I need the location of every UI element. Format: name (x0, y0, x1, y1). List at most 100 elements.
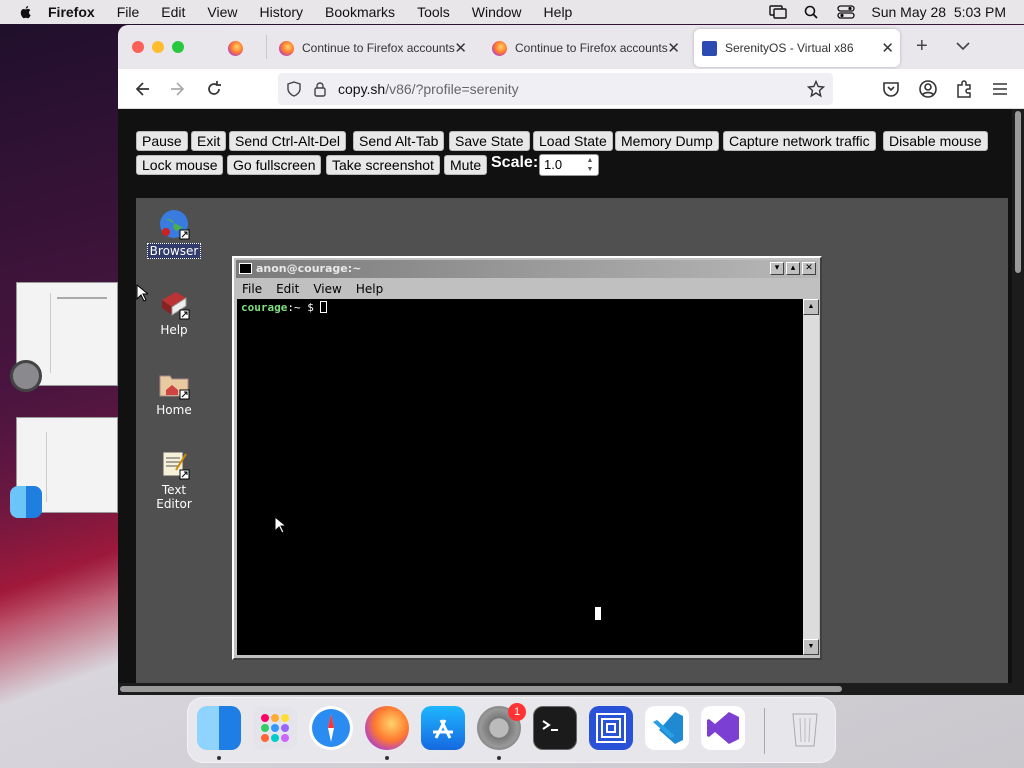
terminal-scrollbar[interactable]: ▲ ▼ (803, 299, 819, 655)
firefox-icon[interactable] (365, 706, 409, 750)
window-close-button[interactable] (132, 41, 144, 53)
tab-title: Continue to Firefox accounts (302, 41, 455, 55)
terminal-app-icon (239, 263, 252, 274)
desktop-icon-text-editor[interactable]: Text Editor (144, 448, 204, 511)
notification-badge: 1 (508, 703, 526, 721)
list-all-tabs-icon[interactable] (956, 41, 970, 51)
menu-tools[interactable]: Tools (417, 4, 450, 20)
menu-history[interactable]: History (259, 4, 303, 20)
disable-mouse-button[interactable]: Disable mouse (883, 131, 988, 151)
send-alt-tab-button[interactable]: Send Alt-Tab (353, 131, 445, 151)
scale-stepper-icon[interactable]: ▲ ▼ (584, 156, 596, 174)
reload-icon[interactable] (204, 79, 224, 99)
scroll-down-icon[interactable]: ▼ (803, 639, 819, 655)
minimize-icon[interactable]: ▾ (770, 262, 784, 275)
system-settings-thumb-icon (10, 360, 42, 392)
launchpad-icon[interactable] (253, 706, 297, 750)
account-icon[interactable] (918, 79, 938, 99)
extensions-icon[interactable] (954, 79, 974, 99)
dock-separator (764, 708, 765, 754)
navigation-bar: copy.sh/v86/?profile=serenity (118, 69, 1024, 109)
terminal-menu-view[interactable]: View (313, 282, 341, 296)
close-icon[interactable]: ✕ (802, 262, 816, 275)
pause-button[interactable]: Pause (136, 131, 188, 151)
pocket-icon[interactable] (881, 79, 901, 99)
firefox-view-tab[interactable] (228, 29, 268, 67)
control-center-icon[interactable] (837, 5, 856, 19)
terminal-menu-help[interactable]: Help (356, 282, 383, 296)
tab-close-icon[interactable]: ✕ (667, 39, 680, 57)
vertical-scrollbar[interactable] (1012, 109, 1024, 695)
desktop-icon-home[interactable]: Home (144, 368, 204, 417)
forward-icon[interactable] (168, 79, 188, 99)
window-zoom-button[interactable] (172, 41, 184, 53)
bookmark-star-icon[interactable] (807, 80, 825, 98)
visual-studio-icon[interactable] (701, 706, 745, 750)
vscode-icon[interactable] (645, 706, 689, 750)
horizontal-scroll-thumb[interactable] (120, 686, 842, 692)
scale-input[interactable]: 1.0 ▲ ▼ (539, 154, 599, 176)
desktop-icon-help[interactable]: Help (144, 288, 204, 337)
menu-app-name[interactable]: Firefox (48, 4, 95, 20)
help-book-icon (158, 288, 190, 320)
terminal-menu-edit[interactable]: Edit (276, 282, 299, 296)
tab-close-icon[interactable]: ✕ (881, 39, 894, 57)
terminal-title-bar[interactable]: anon@courage:~ ▾ ▴ ✕ (236, 260, 818, 278)
app-store-icon[interactable] (421, 706, 465, 750)
tab-firefox-accounts-1[interactable]: Continue to Firefox accounts ✕ (273, 29, 473, 67)
horizontal-scrollbar[interactable] (118, 683, 1012, 695)
url-bar[interactable]: copy.sh/v86/?profile=serenity (278, 73, 833, 105)
url-text: copy.sh/v86/?profile=serenity (338, 81, 519, 97)
safari-icon[interactable] (309, 706, 353, 750)
page-content: Pause Exit Send Ctrl-Alt-Del Send Alt-Ta… (118, 109, 1012, 695)
finder-icon[interactable] (197, 706, 241, 750)
terminal-menu-file[interactable]: File (242, 282, 262, 296)
go-fullscreen-button[interactable]: Go fullscreen (227, 155, 322, 175)
serenity-vm-screen[interactable]: Browser Help Home Text Editor anon@coura… (136, 198, 1008, 695)
tab-serenityos[interactable]: SerenityOS - Virtual x86 ✕ (694, 29, 900, 67)
take-screenshot-button[interactable]: Take screenshot (326, 155, 440, 175)
vertical-scroll-thumb[interactable] (1015, 111, 1021, 273)
screen-mirroring-icon[interactable] (769, 5, 788, 19)
apple-icon[interactable] (18, 4, 34, 20)
load-state-button[interactable]: Load State (533, 131, 613, 151)
spotlight-search-icon[interactable] (803, 5, 821, 19)
serenity-favicon-icon (702, 40, 717, 56)
menu-help[interactable]: Help (544, 4, 573, 20)
remote-desktop-icon[interactable] (589, 706, 633, 750)
terminal-window[interactable]: anon@courage:~ ▾ ▴ ✕ File Edit View Help… (232, 256, 822, 660)
hamburger-menu-icon[interactable] (990, 79, 1010, 99)
scroll-up-icon[interactable]: ▲ (803, 299, 819, 315)
terminal-icon[interactable] (533, 706, 577, 750)
menu-bookmarks[interactable]: Bookmarks (325, 4, 395, 20)
menu-view[interactable]: View (207, 4, 237, 20)
desktop-icon-label: Text Editor (156, 483, 192, 511)
trash-icon[interactable] (783, 706, 827, 750)
terminal-menu-bar: File Edit View Help (236, 279, 818, 299)
tab-title: Continue to Firefox accounts (515, 41, 668, 55)
window-minimize-button[interactable] (152, 41, 164, 53)
tab-close-icon[interactable]: ✕ (454, 39, 467, 57)
exit-button[interactable]: Exit (191, 131, 227, 151)
running-indicator (497, 756, 501, 760)
memory-dump-button[interactable]: Memory Dump (615, 131, 719, 151)
capture-network-traffic-button[interactable]: Capture network traffic (723, 131, 876, 151)
menu-file[interactable]: File (117, 4, 140, 20)
lock-mouse-button[interactable]: Lock mouse (136, 155, 224, 175)
save-state-button[interactable]: Save State (449, 131, 530, 151)
site-info-lock-icon[interactable] (312, 81, 328, 97)
tracking-shield-icon[interactable] (286, 81, 302, 97)
menu-edit[interactable]: Edit (161, 4, 185, 20)
terminal-output[interactable]: courage:~ $ (237, 299, 803, 655)
desktop-icon-browser[interactable]: Browser (144, 208, 204, 259)
menu-bar: Firefox File Edit View History Bookmarks… (0, 0, 1024, 24)
maximize-icon[interactable]: ▴ (786, 262, 800, 275)
back-icon[interactable] (132, 79, 152, 99)
menu-window[interactable]: Window (472, 4, 522, 20)
tab-firefox-accounts-2[interactable]: Continue to Firefox accounts ✕ (486, 29, 686, 67)
menubar-clock[interactable]: Sun May 28 5:03 PM (871, 4, 1006, 20)
scale-value: 1.0 (544, 157, 563, 172)
mute-button[interactable]: Mute (444, 155, 488, 175)
send-ctrl-alt-del-button[interactable]: Send Ctrl-Alt-Del (229, 131, 347, 151)
new-tab-icon[interactable]: + (916, 35, 928, 58)
